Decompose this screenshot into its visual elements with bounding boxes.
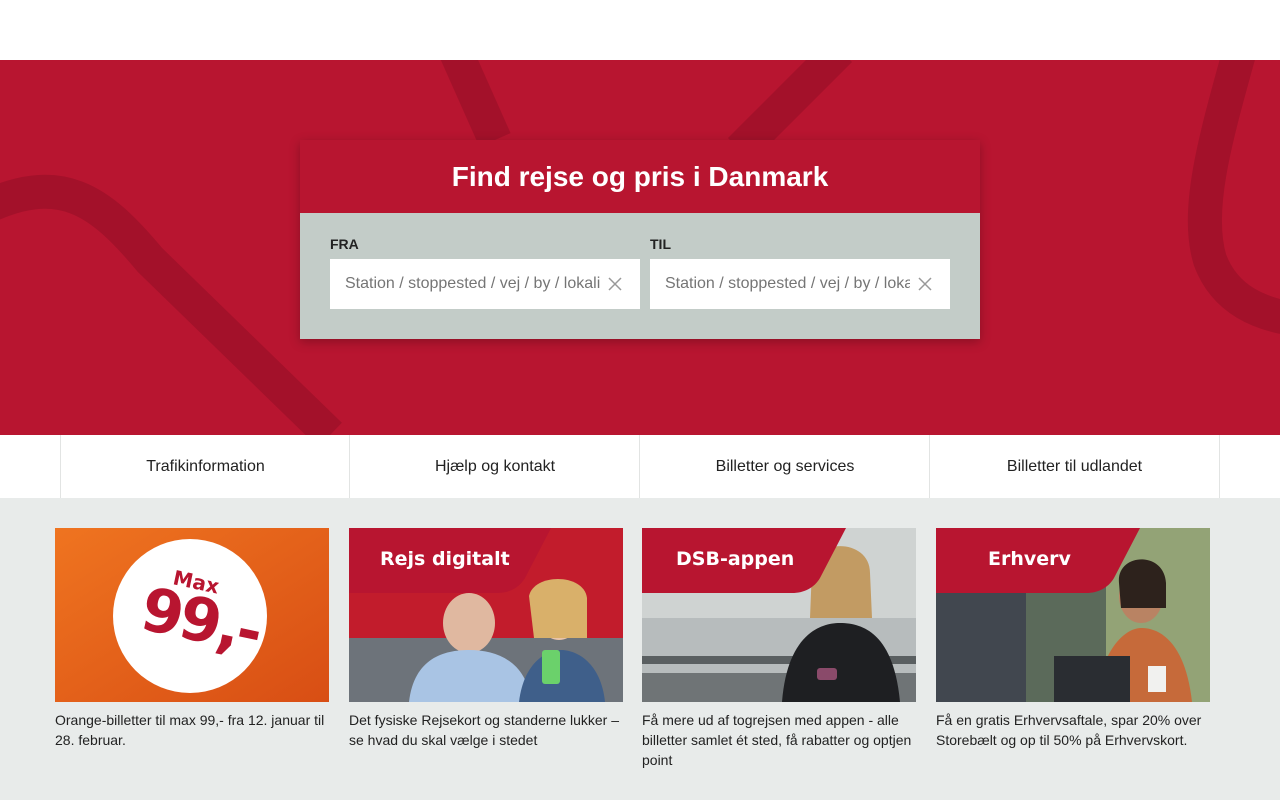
trip-search-header: Find rejse og pris i Danmark: [300, 140, 980, 213]
from-label: FRA: [330, 236, 359, 252]
close-icon[interactable]: [910, 269, 940, 299]
nav-item-trafikinformation[interactable]: Trafikinformation: [60, 435, 350, 498]
promo-text-erhverv: Få en gratis Erhvervsaftale, spar 20% ov…: [936, 712, 1202, 748]
promo-text-dsb-appen: Få mere ud af togrejsen med appen - alle…: [642, 712, 912, 768]
from-input[interactable]: [330, 259, 600, 309]
promo-image-dsb-appen: DSB-appen: [642, 528, 916, 702]
to-field: [650, 259, 950, 309]
nav-item-billetter-og-services[interactable]: Billetter og services: [639, 435, 930, 498]
promo-image-erhverv: Erhverv: [936, 528, 1210, 702]
promo-banner-erhverv: Erhverv: [988, 548, 1071, 570]
quick-links-nav: Trafikinformation Hjælp og kontakt Bille…: [0, 435, 1280, 498]
promo-image-orange: Max 99,-: [55, 528, 329, 702]
trip-search-card: Find rejse og pris i Danmark FRA TIL: [300, 140, 980, 339]
promo-text-rejs-digitalt: Det fysiske Rejsekort og standerne lukke…: [349, 712, 620, 748]
to-input[interactable]: [650, 259, 910, 309]
promo-banner-dsb-appen: DSB-appen: [676, 548, 795, 570]
promo-banner-rejs-digitalt: Rejs digitalt: [380, 548, 510, 570]
page-title: Find rejse og pris i Danmark: [451, 160, 829, 192]
trip-search-form: FRA TIL: [300, 213, 980, 339]
close-icon[interactable]: [600, 269, 630, 299]
promo-text-orange: Orange-billetter til max 99,- fra 12. ja…: [55, 712, 325, 748]
from-field: [330, 259, 640, 309]
top-header: [0, 0, 1280, 60]
promo-section: Max 99,- Orange-billetter til max 99,- f…: [0, 498, 1280, 800]
nav-item-hjaelp-og-kontakt[interactable]: Hjælp og kontakt: [349, 435, 640, 498]
nav-divider: [1219, 435, 1220, 498]
nav-item-billetter-til-udlandet[interactable]: Billetter til udlandet: [929, 435, 1219, 498]
promo-card-dsb-appen[interactable]: DSB-appen Få mere ud af togrejsen med ap…: [642, 528, 916, 770]
promo-image-rejs-digitalt: Rejs digitalt: [349, 528, 623, 702]
to-label: TIL: [650, 236, 671, 252]
promo-card-rejs-digitalt[interactable]: Rejs digitalt Det fysiske Rejsekort og s…: [349, 528, 623, 750]
promo-card-orange[interactable]: Max 99,- Orange-billetter til max 99,- f…: [55, 528, 329, 750]
promo-card-erhverv[interactable]: Erhverv Få en gratis Erhvervsaftale, spa…: [936, 528, 1210, 750]
hero-section: Find rejse og pris i Danmark FRA TIL: [0, 60, 1280, 435]
